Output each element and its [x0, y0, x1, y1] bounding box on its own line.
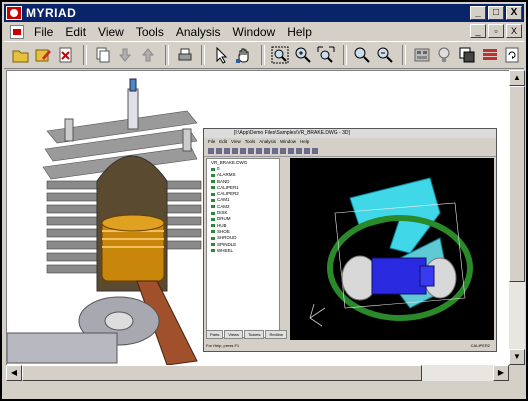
inner-tool-icon [304, 148, 310, 154]
edit-icon[interactable] [33, 44, 55, 66]
zoom-window-icon[interactable] [315, 44, 337, 66]
inner-menu-help: Help [300, 139, 310, 144]
inner-tool-icon [208, 148, 214, 154]
inner-parts-tree: VR_BRAKE.DWG 0 ALARMS BAND CALIPER1 CALI… [206, 158, 280, 338]
toolbar-separator [164, 45, 169, 65]
status-bar [4, 382, 524, 399]
doc-minimize-button[interactable]: _ [470, 24, 486, 38]
inner-tool-icon [248, 148, 254, 154]
inner-menu-analysis: Analysis [259, 139, 276, 144]
inner-status-bar: For Help, press F1 CALIPER2 [206, 342, 494, 350]
menu-tools[interactable]: Tools [130, 25, 170, 39]
inner-tool-icon [272, 148, 278, 154]
copy-icon[interactable] [92, 44, 114, 66]
brake-assembly-render [309, 177, 473, 327]
toolbar-separator [401, 45, 406, 65]
embedded-screenshot: [I:\App\Demo Files\Samples\VR_BRAKE.DWG … [203, 128, 497, 352]
inner-tab-parts: Parts [206, 330, 224, 339]
toolbar-separator [342, 45, 347, 65]
scroll-down-button[interactable]: ▼ [509, 349, 525, 365]
inner-menu-tools: Tools [244, 139, 256, 144]
view-icon[interactable] [411, 44, 433, 66]
open-folder-icon[interactable] [10, 44, 32, 66]
inner-toolbar [204, 146, 496, 157]
scroll-left-button[interactable]: ◀ [6, 365, 22, 381]
inner-tab-tickets: Tickets [243, 330, 265, 339]
inner-menu-window: Window [280, 139, 297, 144]
horizontal-scrollbar[interactable]: ◀ ▶ [6, 365, 509, 381]
document-icon[interactable] [10, 24, 24, 39]
menu-analysis[interactable]: Analysis [170, 25, 227, 39]
menu-help[interactable]: Help [281, 25, 318, 39]
print-icon[interactable] [174, 44, 196, 66]
inner-tab-views: Views [224, 330, 243, 339]
inner-tool-icon [312, 148, 318, 154]
inner-tool-icon [216, 148, 222, 154]
zoom-in-icon[interactable] [292, 44, 314, 66]
inner-title-bar: [I:\App\Demo Files\Samples\VR_BRAKE.DWG … [204, 129, 496, 138]
menu-window[interactable]: Window [227, 25, 282, 39]
document-canvas[interactable]: [I:\App\Demo Files\Samples\VR_BRAKE.DWG … [6, 70, 510, 366]
close-button[interactable]: X [506, 6, 522, 20]
inner-tool-icon [280, 148, 286, 154]
tree-root: VR_BRAKE.DWG [211, 160, 248, 165]
close-doc-icon[interactable] [55, 44, 77, 66]
inner-tool-icon [296, 148, 302, 154]
inner-status-selection: CALIPER2 [470, 343, 490, 348]
maximize-button[interactable]: □ [488, 6, 504, 20]
window-title: MYRIAD [26, 6, 77, 20]
toolbar-separator [260, 45, 265, 65]
refresh-icon[interactable] [501, 44, 523, 66]
inner-status-help: For Help, press F1 [206, 343, 240, 348]
hand-icon[interactable] [233, 44, 255, 66]
vertical-scrollbar[interactable]: ▲ ▼ [509, 70, 525, 365]
inner-menu-edit: Edit [219, 139, 228, 144]
zoom-extent-icon[interactable] [270, 44, 292, 66]
vertical-scroll-thumb[interactable] [509, 86, 525, 282]
inner-menu-bar: File Edit View Tools Analysis Window Hel… [204, 138, 496, 146]
toolbar-separator [201, 45, 206, 65]
inner-menu-file: File [208, 139, 216, 144]
lightbulb-icon[interactable] [433, 44, 455, 66]
inner-tab-redline: Redline [265, 330, 288, 339]
zoom-icon[interactable] [352, 44, 374, 66]
minimize-button[interactable]: _ [470, 6, 486, 20]
zoom-out-icon[interactable] [374, 44, 396, 66]
title-bar[interactable]: MYRIAD _ □ X [4, 4, 524, 22]
pointer-icon[interactable] [210, 44, 232, 66]
inner-tool-icon [224, 148, 230, 154]
menu-file[interactable]: File [28, 25, 59, 39]
myriad-logo-icon[interactable] [6, 6, 22, 20]
menu-edit[interactable]: Edit [59, 25, 92, 39]
inner-tool-icon [264, 148, 270, 154]
stack-icon[interactable] [479, 44, 501, 66]
arrow-down-icon[interactable] [115, 44, 137, 66]
menu-view[interactable]: View [92, 25, 130, 39]
menu-bar: File Edit View Tools Analysis Window Hel… [4, 22, 524, 41]
inner-menu-view: View [231, 139, 241, 144]
inner-tool-icon [288, 148, 294, 154]
scroll-up-button[interactable]: ▲ [509, 70, 525, 86]
scroll-right-button[interactable]: ▶ [493, 365, 509, 381]
horizontal-scroll-thumb[interactable] [22, 365, 422, 381]
inner-tool-icon [256, 148, 262, 154]
layers-icon[interactable] [456, 44, 478, 66]
doc-close-button[interactable]: X [506, 24, 522, 38]
toolbar [4, 41, 524, 69]
inner-tool-icon [232, 148, 238, 154]
tree-item: WHEEL [207, 248, 279, 254]
myriad-window: MYRIAD _ □ X File Edit View Tools Analys… [0, 0, 528, 401]
arrow-up-icon[interactable] [137, 44, 159, 66]
inner-tool-icon [240, 148, 246, 154]
toolbar-separator [82, 45, 87, 65]
inner-3d-viewport [290, 158, 494, 340]
inner-tabs: Parts Views Tickets Redline [206, 330, 288, 339]
doc-restore-button[interactable]: ▫ [488, 24, 504, 38]
